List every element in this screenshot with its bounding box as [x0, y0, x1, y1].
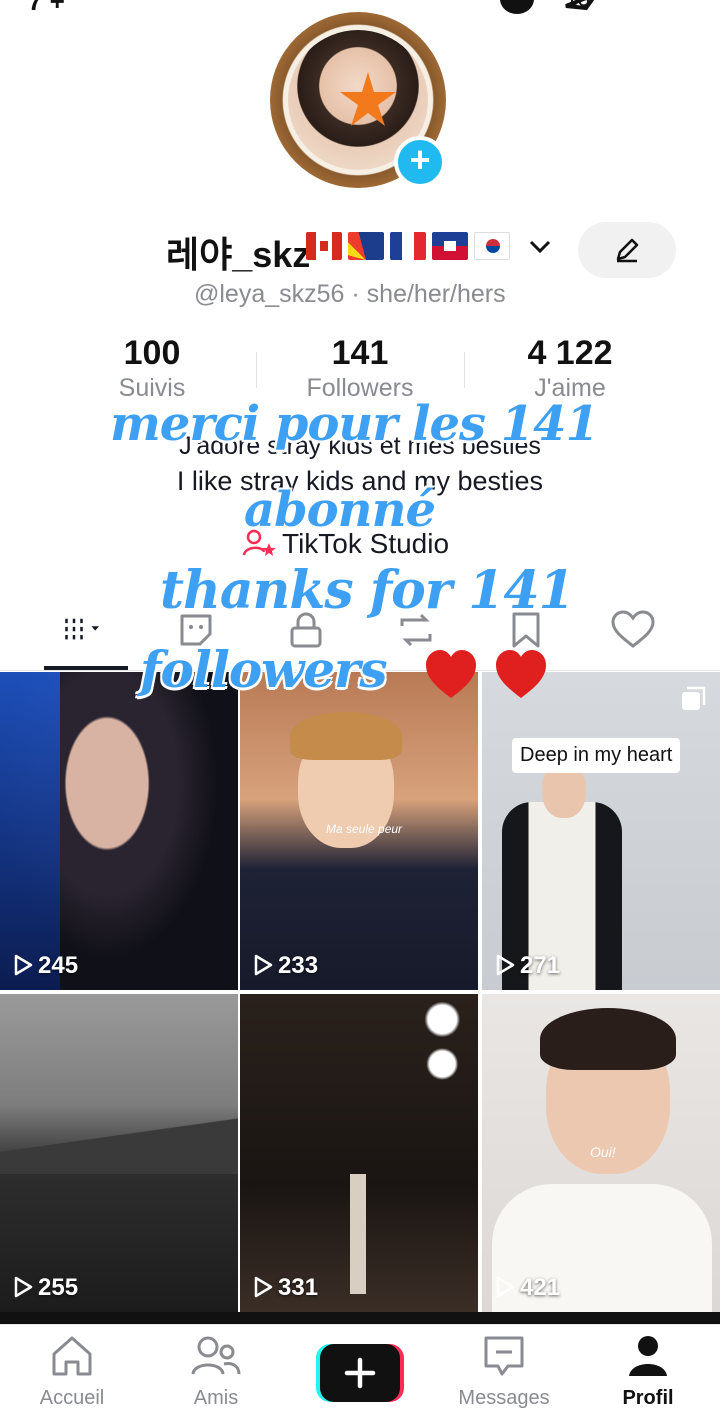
overlay-text-line-3: thanks for 141 — [160, 560, 575, 621]
liked-tab-icon[interactable] — [610, 610, 656, 650]
view-count: 271 — [494, 952, 560, 980]
video-caption: Deep in my heart — [512, 738, 681, 773]
home-icon — [52, 1336, 92, 1376]
play-icon — [496, 954, 515, 976]
view-count: 255 — [12, 1274, 78, 1302]
add-avatar-button[interactable]: + — [394, 136, 446, 188]
video-tile[interactable]: Deep in my heart 271 — [482, 672, 720, 990]
status-avatar-icon — [500, 0, 534, 14]
video-caption: Ma seule peur — [326, 822, 403, 836]
nav-profile[interactable]: Profil — [588, 1334, 708, 1410]
stat-divider — [256, 352, 257, 388]
view-count: 245 — [12, 952, 78, 980]
play-icon — [254, 1276, 273, 1298]
overlay-text-line-4: followers — [140, 640, 388, 699]
handle-and-pronouns: @leya_skz56 · she/her/hers — [194, 280, 506, 308]
stat-following-value[interactable]: 100 — [62, 334, 242, 373]
send-icon[interactable] — [562, 0, 602, 12]
france-flag-icon — [390, 232, 426, 260]
play-icon — [496, 1276, 515, 1298]
nav-friends-label: Amis — [193, 1387, 239, 1409]
view-count: 421 — [494, 1274, 560, 1302]
play-icon — [254, 954, 273, 976]
videos-tab-icon[interactable] — [64, 610, 104, 650]
canada-flag-icon — [306, 232, 342, 260]
nav-messages[interactable]: Messages — [444, 1334, 564, 1410]
profile-icon — [629, 1336, 667, 1376]
next-row-peek — [0, 1312, 720, 1324]
south-korea-flag-icon — [474, 232, 510, 260]
video-tile[interactable]: Oui! 421 — [482, 994, 720, 1312]
video-tile[interactable]: 331 — [240, 994, 478, 1312]
create-button[interactable] — [316, 1344, 404, 1402]
red-heart-icon — [495, 650, 546, 698]
stat-divider — [464, 352, 465, 388]
view-count: 331 — [252, 1274, 318, 1302]
pencil-icon — [616, 238, 639, 263]
nav-profile-label: Profil — [622, 1387, 674, 1409]
edit-profile-button[interactable] — [578, 222, 676, 278]
chevron-down-icon[interactable] — [528, 234, 552, 258]
messages-icon — [484, 1336, 524, 1376]
play-icon — [14, 954, 33, 976]
overlay-text-line-2: abonné — [244, 482, 436, 538]
star-sticker-icon — [340, 72, 396, 126]
username: 레야_skz — [166, 234, 311, 275]
nav-home[interactable]: Accueil — [12, 1334, 132, 1410]
haiti-flag-icon — [432, 232, 468, 260]
reunion-flag-icon — [348, 232, 384, 260]
red-heart-icon — [425, 650, 476, 698]
stat-likes-value[interactable]: 4 122 — [480, 334, 660, 373]
nav-friends[interactable]: Amis — [156, 1334, 276, 1410]
video-caption: Oui! — [590, 1144, 616, 1160]
nav-home-label: Accueil — [39, 1387, 105, 1409]
view-count: 233 — [252, 952, 318, 980]
video-tile[interactable]: 245 — [0, 672, 238, 990]
video-tile[interactable]: Ma seule peur 233 — [240, 672, 478, 990]
multi-photo-icon — [682, 686, 706, 710]
stat-followers-value[interactable]: 141 — [270, 334, 450, 373]
video-tile[interactable]: 255 — [0, 994, 238, 1312]
nav-messages-label: Messages — [458, 1387, 550, 1409]
overlay-text-line-4-wrap: followers — [140, 640, 549, 702]
flag-emoji-row — [306, 232, 516, 260]
status-bar-left: 7 + — [28, 0, 65, 16]
friends-icon — [191, 1336, 241, 1375]
overlay-text-line-1: merci pour les 141 — [110, 396, 599, 452]
play-icon — [14, 1276, 33, 1298]
